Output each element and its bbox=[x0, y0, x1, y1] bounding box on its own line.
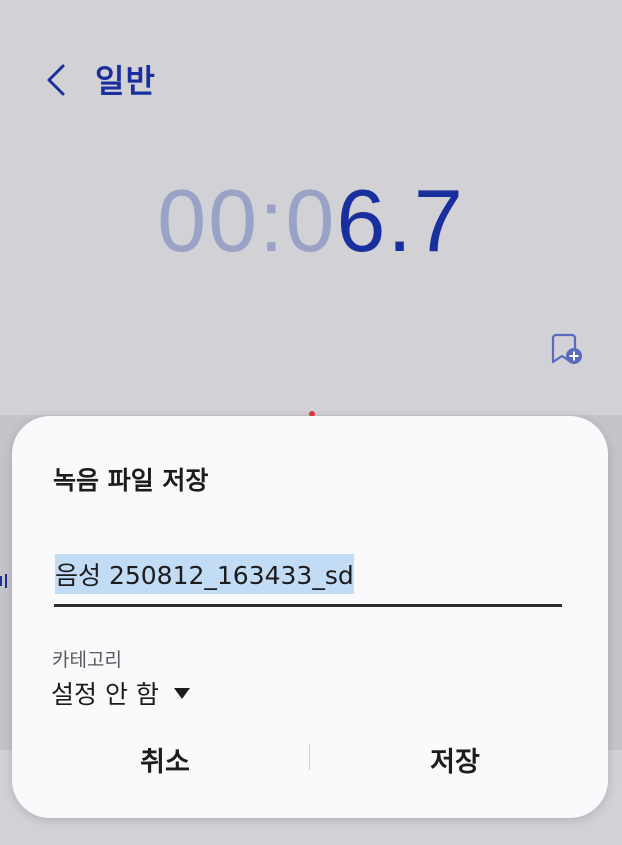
chevron-left-icon bbox=[47, 64, 65, 96]
dialog-title: 녹음 파일 저장 bbox=[53, 466, 209, 495]
triangle-down-icon bbox=[173, 688, 190, 699]
filename-selected-text[interactable]: 음성 250812_163433_sd bbox=[55, 554, 354, 594]
timer-elapsed-bright: 6.7 bbox=[336, 171, 465, 270]
waveform-edge-icon bbox=[0, 573, 12, 593]
category-dropdown[interactable]: 설정 안 함 bbox=[51, 675, 191, 711]
save-recording-dialog: 녹음 파일 저장 음성 250812_163433_sd 카테고리 설정 안 함… bbox=[12, 416, 608, 818]
bookmark-add-icon bbox=[551, 333, 582, 364]
category-label: 카테고리 bbox=[52, 649, 122, 671]
filename-input[interactable]: 음성 250812_163433_sd bbox=[54, 552, 562, 607]
bookmark-add-button[interactable] bbox=[548, 330, 588, 370]
timer-elapsed-dim: 00:0 bbox=[157, 171, 337, 270]
cancel-button[interactable]: 취소 bbox=[20, 736, 310, 782]
page-title: 일반 bbox=[95, 62, 156, 100]
back-button[interactable] bbox=[38, 58, 74, 102]
save-button[interactable]: 저장 bbox=[310, 736, 600, 782]
category-value: 설정 안 함 bbox=[51, 680, 159, 709]
recording-timer: 00:06.7 bbox=[0, 170, 622, 272]
